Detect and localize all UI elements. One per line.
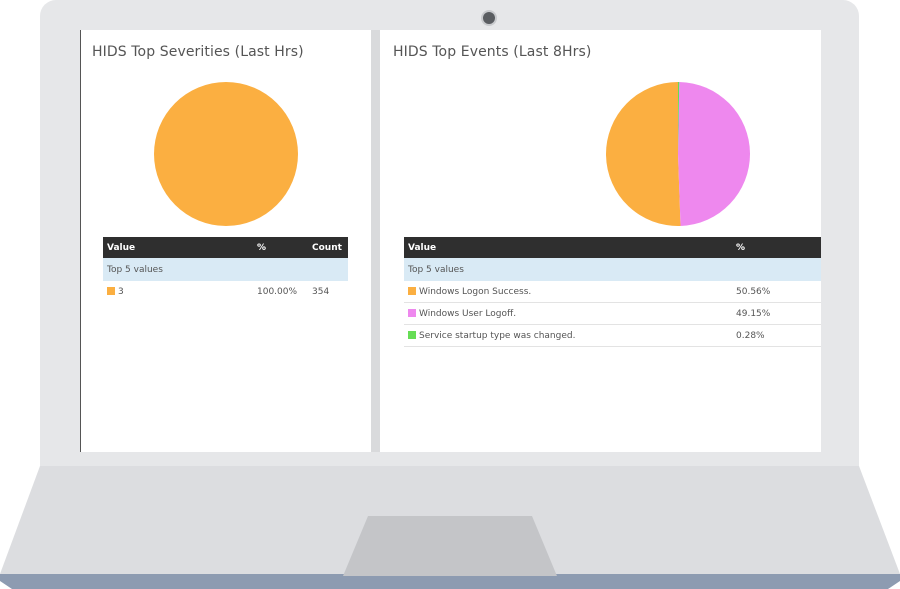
- trackpad: [343, 516, 557, 576]
- row-percent: 49.15%: [732, 302, 821, 325]
- row-value: Windows Logon Success.: [419, 286, 532, 297]
- severities-pie-chart: [154, 82, 298, 226]
- laptop-screen: HIDS Top Severities (Last Hrs) Value % C…: [80, 30, 821, 452]
- legend-swatch: [408, 286, 416, 295]
- events-pie-chart: [606, 82, 750, 226]
- column-header-percent: %: [253, 237, 308, 258]
- row-percent: 0.28%: [732, 324, 821, 347]
- panel-title: HIDS Top Severities (Last Hrs): [92, 44, 304, 60]
- panel-title: HIDS Top Events (Last 8Hrs): [393, 44, 592, 60]
- table-header-row: Value % Count: [103, 237, 348, 258]
- severities-panel: HIDS Top Severities (Last Hrs) Value % C…: [80, 30, 371, 452]
- legend-swatch: [408, 308, 416, 317]
- events-panel: HIDS Top Events (Last 8Hrs) Value % Top …: [380, 30, 821, 452]
- row-value: Service startup type was changed.: [419, 330, 576, 341]
- group-label: Top 5 values: [103, 258, 348, 281]
- column-header-percent: %: [732, 237, 821, 258]
- pie-slice-0[interactable]: [154, 82, 298, 226]
- pie-slice-1[interactable]: [678, 82, 750, 226]
- row-percent: 100.00%: [257, 286, 298, 297]
- row-value-cell: Windows User Logoff.: [404, 302, 732, 325]
- events-table: Value % Top 5 values Windows Logon Succe…: [404, 237, 821, 347]
- column-header-value: Value: [404, 237, 732, 258]
- column-header-value: Value: [103, 237, 253, 258]
- row-value-cell: Windows Logon Success.: [404, 281, 732, 303]
- pie-slice-0[interactable]: [606, 82, 681, 226]
- laptop-base: [0, 466, 900, 589]
- camera-icon: [483, 12, 495, 24]
- table-row[interactable]: Service startup type was changed. 0.28%: [404, 324, 821, 347]
- row-value-cell: Service startup type was changed.: [404, 324, 732, 347]
- legend-swatch: [107, 286, 115, 295]
- table-header-row: Value %: [404, 237, 821, 258]
- row-value: 3: [118, 286, 124, 297]
- row-value: Windows User Logoff.: [419, 308, 517, 319]
- row-count: 354: [312, 286, 330, 297]
- table-row[interactable]: Windows User Logoff. 49.15%: [404, 302, 821, 325]
- table-row[interactable]: Windows Logon Success. 50.56%: [404, 281, 821, 303]
- row-value-cell: 3: [103, 281, 253, 302]
- severities-table: Value % Count Top 5 values 3 100.00% 354: [103, 237, 348, 302]
- legend-swatch: [408, 330, 416, 339]
- group-label: Top 5 values: [404, 258, 821, 281]
- laptop-front-edge: [0, 574, 900, 589]
- group-row: Top 5 values: [103, 258, 348, 281]
- column-header-count: Count: [308, 237, 348, 258]
- row-percent: 50.56%: [732, 281, 821, 303]
- group-row: Top 5 values: [404, 258, 821, 281]
- table-row[interactable]: 3 100.00% 354: [103, 281, 348, 302]
